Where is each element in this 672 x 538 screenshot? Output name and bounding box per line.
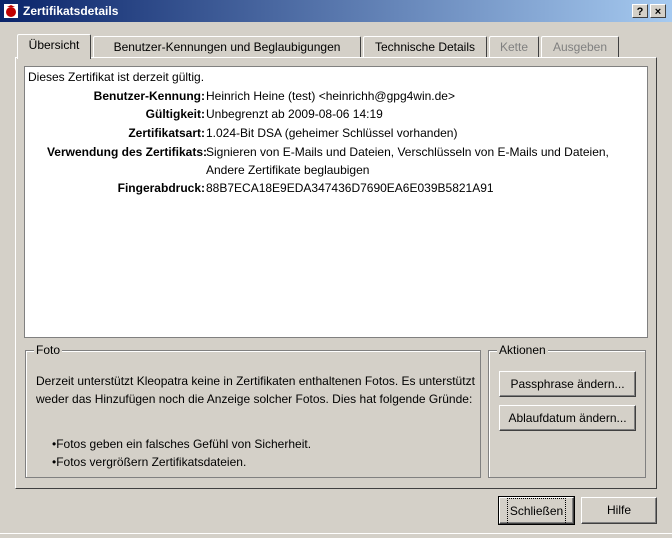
dialog-bottom-edge (0, 533, 672, 534)
actions-group-legend: Aktionen (497, 343, 548, 357)
usage-value-line2: Andere Zertifikate beglaubigen (206, 163, 370, 177)
photo-reasons-list: Fotos geben ein falsches Gefühl von Sich… (52, 435, 311, 471)
user-id-value: Heinrich Heine (test) <heinrichh@gpg4win… (206, 89, 455, 103)
validity-label: Gültigkeit: (145, 107, 205, 121)
help-button-label: Hilfe (606, 503, 631, 517)
close-button[interactable]: Schließen (498, 496, 575, 525)
close-title-button[interactable]: × (650, 4, 666, 18)
tab-technical-details[interactable]: Technische Details (363, 36, 487, 57)
user-id-label: Benutzer-Kennung: (93, 89, 205, 103)
actions-group: Aktionen Passphrase ändern... Ablaufdatu… (488, 343, 646, 478)
photo-group-legend: Foto (34, 343, 63, 357)
tab-user-ids[interactable]: Benutzer-Kennungen und Beglaubigungen (93, 36, 361, 57)
certificate-app-icon (4, 4, 18, 18)
photo-info-text: Derzeit unterstützt Kleopatra keine in Z… (36, 374, 475, 406)
tab-overview[interactable]: Übersicht (17, 34, 91, 59)
title-bar: Zertifikatsdetails ? × (0, 0, 672, 22)
photo-group: Foto Derzeit unterstützt Kleopatra keine… (25, 343, 481, 478)
cert-type-value: 1.024-Bit DSA (geheimer Schlüssel vorhan… (206, 126, 458, 140)
close-button-label: Schließen (506, 498, 567, 525)
help-title-button[interactable]: ? (632, 4, 648, 18)
tab-chain[interactable]: Kette (489, 36, 539, 57)
list-item: Fotos geben ein falsches Gefühl von Sich… (52, 435, 311, 453)
list-item: Fotos vergrößern Zertifikatsdateien. (52, 453, 311, 471)
help-button[interactable]: Hilfe (581, 497, 657, 524)
change-passphrase-label: Passphrase ändern... (510, 377, 625, 391)
fingerprint-value: 88B7ECA18E9EDA347436D7690EA6E039B5821A91 (206, 181, 494, 195)
tab-export[interactable]: Ausgeben (541, 36, 619, 57)
usage-label: Verwendung des Zertifikats: (46, 145, 207, 159)
usage-value-line1: Signieren von E-Mails und Dateien, Versc… (206, 145, 609, 159)
validity-status-text: Dieses Zertifikat ist derzeit gültig. (28, 70, 205, 84)
validity-value: Unbegrenzt ab 2009-08-06 14:19 (206, 107, 383, 121)
window-title: Zertifikatsdetails (23, 4, 119, 18)
change-expiry-label: Ablaufdatum ändern... (508, 411, 627, 425)
fingerprint-label: Fingerabdruck: (117, 181, 205, 195)
change-expiry-button[interactable]: Ablaufdatum ändern... (499, 405, 636, 431)
cert-type-label: Zertifikatsart: (128, 126, 205, 140)
change-passphrase-button[interactable]: Passphrase ändern... (499, 371, 636, 397)
certificate-summary: Dieses Zertifikat ist derzeit gültig. Be… (24, 66, 648, 338)
